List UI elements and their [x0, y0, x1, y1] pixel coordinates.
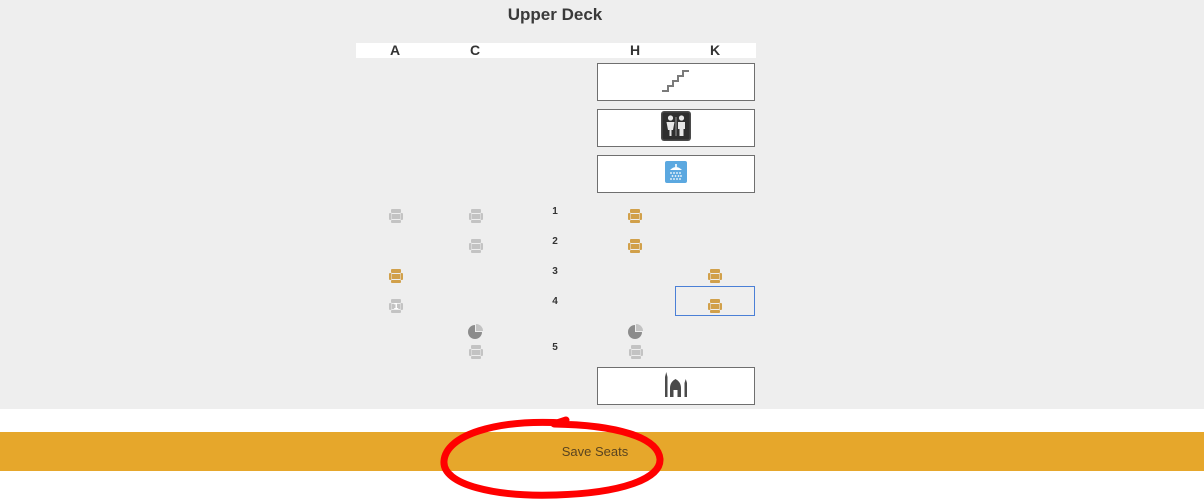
column-label-c: C — [469, 42, 481, 58]
seat-1a — [389, 209, 403, 223]
row-number-3: 3 — [552, 266, 558, 277]
seat-3a[interactable] — [389, 269, 403, 283]
row-number-2: 2 — [552, 236, 558, 247]
save-seats-button[interactable]: Save Seats — [550, 440, 641, 463]
seat-1h[interactable] — [628, 209, 642, 223]
seat-4a: 1 — [389, 299, 403, 313]
bassinet-icon — [627, 324, 643, 340]
seat-5h — [629, 345, 643, 359]
restroom-facility — [597, 109, 755, 147]
shower-facility — [597, 155, 755, 193]
seat-map-panel: Upper Deck A C H K 1 2 3 4 5 1 — [0, 0, 1204, 409]
shower-icon — [665, 160, 687, 188]
stairs-icon — [660, 66, 692, 99]
prayer-room-facility — [597, 367, 755, 405]
restroom-icon — [661, 110, 691, 146]
deck-title: Upper Deck — [507, 5, 603, 24]
column-label-h: H — [629, 42, 641, 58]
seat-2c — [469, 239, 483, 253]
seat-5c — [469, 345, 483, 359]
seat-2h[interactable] — [628, 239, 642, 253]
stairs-facility — [597, 63, 755, 101]
save-bar: Save Seats — [0, 432, 1204, 471]
bassinet-icon — [467, 324, 483, 340]
column-header: A C H K — [356, 43, 756, 58]
row-number-1: 1 — [552, 206, 558, 217]
seat-3k[interactable] — [708, 269, 722, 283]
row-number-5: 5 — [552, 342, 558, 353]
seat-4a-badge: 1 — [393, 302, 399, 311]
row-number-4: 4 — [552, 296, 558, 307]
column-label-k: K — [709, 42, 721, 58]
seat-1c — [469, 209, 483, 223]
seat-4k[interactable] — [708, 299, 722, 313]
prayer-room-icon — [662, 371, 690, 402]
column-label-a: A — [389, 42, 401, 58]
